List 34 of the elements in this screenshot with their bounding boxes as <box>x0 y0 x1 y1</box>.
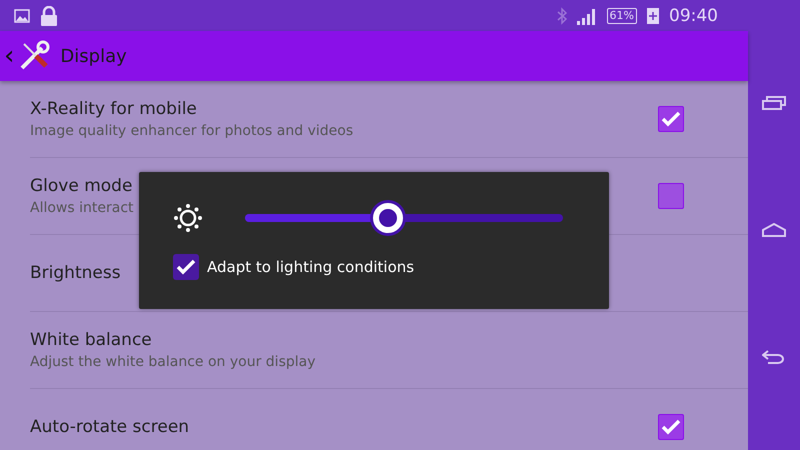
battery-indicator: 61% <box>606 8 637 24</box>
setting-title: Auto-rotate screen <box>30 417 190 437</box>
settings-row[interactable]: White balance Adjust the white balance on your display <box>30 312 748 389</box>
setting-description: Allows interact <box>30 200 134 216</box>
home-icon[interactable] <box>762 222 786 237</box>
back-icon[interactable] <box>762 350 786 364</box>
check-icon <box>176 259 196 275</box>
setting-title: White balance <box>30 330 152 350</box>
signal-icon <box>576 6 597 24</box>
checkbox[interactable] <box>173 254 199 280</box>
check-icon <box>661 419 681 435</box>
tools-icon[interactable] <box>18 40 50 72</box>
setting-description: Adjust the white balance on your display <box>30 354 316 370</box>
settings-row[interactable]: Auto-rotate screen <box>30 389 748 450</box>
checkbox[interactable] <box>658 106 684 132</box>
charging-icon <box>647 8 659 24</box>
checkbox-label: Adapt to lighting conditions <box>207 258 414 276</box>
setting-title: Glove mode <box>30 176 132 196</box>
checkbox[interactable] <box>658 414 684 440</box>
settings-row[interactable]: X-Reality for mobile Image quality enhancer for photos and videos <box>30 81 748 158</box>
picture-icon <box>14 8 30 22</box>
setting-title: X-Reality for mobile <box>30 99 197 119</box>
recent-apps-icon[interactable] <box>762 96 786 110</box>
lock-icon <box>40 6 58 26</box>
setting-description: Image quality enhancer for photos and videos <box>30 123 354 139</box>
back-icon[interactable]: ‹ <box>4 43 14 69</box>
clock-time: 09:40 <box>669 6 718 26</box>
check-icon <box>661 111 681 127</box>
screen-title: Display <box>60 46 127 66</box>
bluetooth-icon <box>556 6 567 24</box>
setting-title: Brightness <box>30 263 121 283</box>
slider-thumb[interactable] <box>373 203 404 233</box>
checkbox[interactable] <box>658 183 684 209</box>
sun-icon <box>173 203 203 233</box>
